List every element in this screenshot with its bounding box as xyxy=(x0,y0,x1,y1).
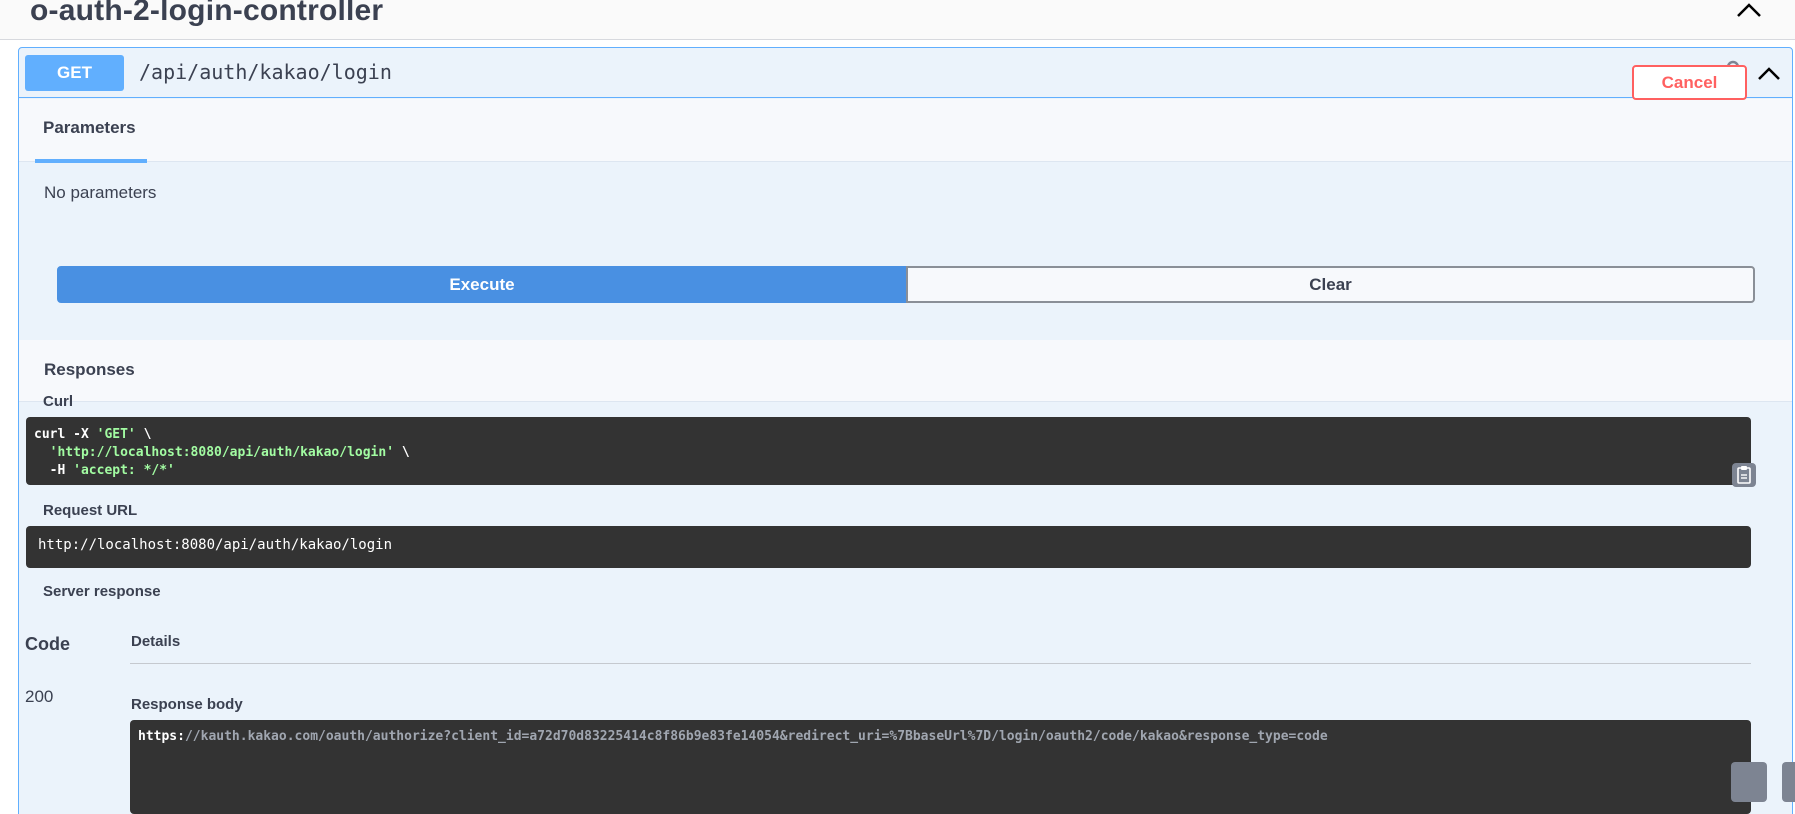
tag-header[interactable]: o-auth-2-login-controller xyxy=(0,0,1795,40)
copy-response-button[interactable] xyxy=(1731,762,1767,802)
chevron-up-icon[interactable] xyxy=(1756,64,1782,82)
response-body-label: Response body xyxy=(131,696,243,713)
curl-command: curl -X 'GET' \ 'http://localhost:8080/a… xyxy=(26,417,1756,487)
operation-path: /api/auth/kakao/login xyxy=(139,60,392,84)
curl-line-2: 'http://localhost:8080/api/auth/kakao/lo… xyxy=(34,444,1743,462)
execute-button[interactable]: Execute xyxy=(57,266,907,303)
operation-summary[interactable]: GET /api/auth/kakao/login xyxy=(19,48,1792,98)
curl-method-string: 'GET' xyxy=(96,427,136,442)
column-header-details: Details xyxy=(131,633,181,650)
cancel-button[interactable]: Cancel xyxy=(1632,65,1747,100)
chevron-up-icon[interactable] xyxy=(1735,0,1763,20)
no-parameters-text: No parameters xyxy=(44,183,157,202)
request-url-value: http://localhost:8080/api/auth/kakao/log… xyxy=(26,526,1751,568)
column-header-code: Code xyxy=(25,634,70,654)
curl-continuation: \ xyxy=(135,427,152,442)
tab-active-indicator xyxy=(35,159,147,163)
curl-line-3: -H 'accept: */*' xyxy=(34,462,1743,480)
table-divider xyxy=(130,663,1751,664)
tag-title: o-auth-2-login-controller xyxy=(30,0,384,27)
server-response-label: Server response xyxy=(43,583,161,600)
tab-parameters[interactable]: Parameters xyxy=(43,118,136,138)
download-button[interactable] xyxy=(1782,762,1795,802)
method-badge: GET xyxy=(25,55,124,91)
responses-header: Responses xyxy=(19,340,1792,402)
response-status-code: 200 xyxy=(25,687,54,706)
response-url-scheme: https: xyxy=(138,729,185,744)
execute-wrapper: Execute Clear xyxy=(57,266,1755,303)
parameters-header: Parameters xyxy=(19,99,1792,163)
curl-url-string: 'http://localhost:8080/api/auth/kakao/lo… xyxy=(49,445,395,460)
copy-to-clipboard-icon[interactable] xyxy=(1732,463,1756,487)
curl-flag: -H xyxy=(49,463,74,478)
clear-button[interactable]: Clear xyxy=(906,266,1755,303)
curl-header-string: 'accept: */*' xyxy=(73,463,175,478)
response-body: https://kauth.kakao.com/oauth/authorize?… xyxy=(130,720,1795,814)
curl-label: Curl xyxy=(43,393,73,410)
curl-continuation: \ xyxy=(394,445,410,460)
curl-command-text: curl -X xyxy=(34,427,97,442)
request-url-label: Request URL xyxy=(43,502,138,519)
response-url-rest: //kauth.kakao.com/oauth/authorize?client… xyxy=(184,729,1328,744)
responses-title: Responses xyxy=(44,360,135,379)
curl-line-1: curl -X 'GET' \ xyxy=(34,426,1743,444)
